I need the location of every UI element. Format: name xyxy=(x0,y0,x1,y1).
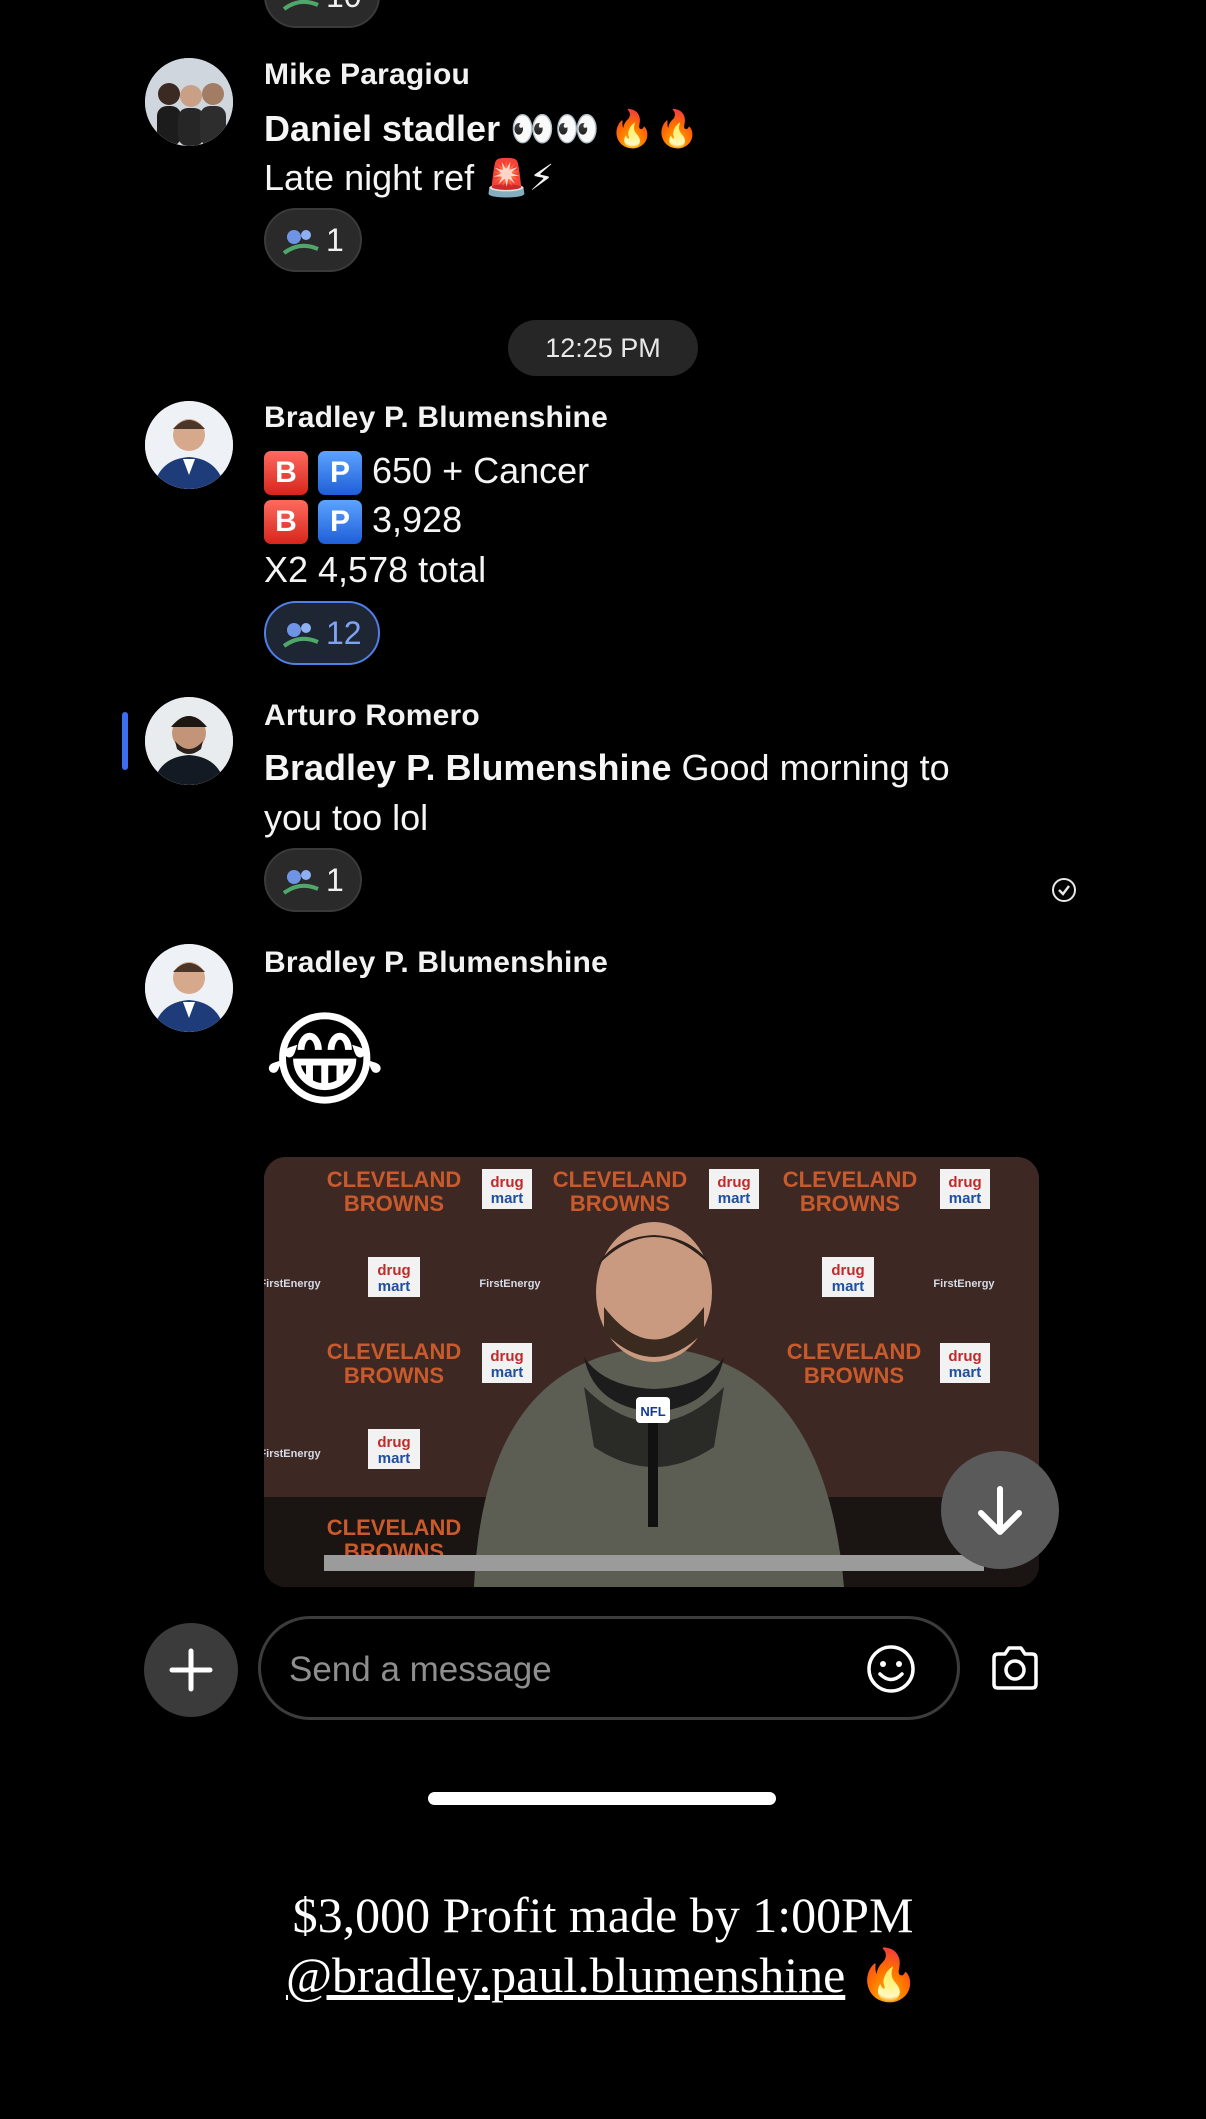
avatar-photo xyxy=(145,697,233,785)
scroll-to-bottom-button[interactable] xyxy=(941,1451,1059,1569)
sender-name: Bradley P. Blumenshine xyxy=(264,401,608,434)
avatar-arturo-romero[interactable] xyxy=(145,697,233,785)
avatar-photo xyxy=(145,58,233,146)
sender-name: Arturo Romero xyxy=(264,699,480,732)
svg-text:drug: drug xyxy=(948,1348,981,1365)
caption-handle-line: @bradley.paul.blumenshine 🔥 xyxy=(0,1946,1206,2005)
b-button-emoji: B xyxy=(264,500,308,545)
svg-text:FirstEnergy: FirstEnergy xyxy=(264,1448,321,1460)
svg-text:mart: mart xyxy=(491,1190,524,1207)
b-button-emoji: B xyxy=(264,451,308,496)
reaction-count: 12 xyxy=(326,614,362,651)
plus-icon xyxy=(169,1648,213,1692)
message-text: X2 4,578 total xyxy=(264,549,487,590)
svg-text:mart: mart xyxy=(949,1190,982,1207)
video-attachment[interactable]: CLEVELAND BROWNS CLEVELAND BROWNS CLEVELAN… xyxy=(264,1157,1039,1587)
p-button-emoji: P xyxy=(318,500,362,545)
svg-text:drug: drug xyxy=(490,1348,523,1365)
avatar-bradley[interactable] xyxy=(145,401,233,489)
svg-text:mart: mart xyxy=(718,1190,751,1207)
svg-text:CLEVELAND: CLEVELAND xyxy=(783,1167,917,1192)
reaction-pill-top[interactable]: 10 xyxy=(264,0,380,28)
svg-text:CLEVELAND: CLEVELAND xyxy=(327,1515,461,1540)
svg-text:FirstEnergy: FirstEnergy xyxy=(479,1278,541,1290)
message-text: 3,928 xyxy=(372,499,463,540)
svg-text:drug: drug xyxy=(377,1434,410,1451)
flower-icon xyxy=(282,0,319,11)
sender-name: Mike Paragiou xyxy=(264,58,470,91)
flower-icon xyxy=(282,230,319,255)
svg-text:mart: mart xyxy=(491,1364,524,1381)
timestamp-divider: 12:25 PM xyxy=(508,320,698,376)
flower-icon xyxy=(282,870,319,895)
svg-text:BROWNS: BROWNS xyxy=(344,1363,444,1388)
message-text: Late night ref 🚨⚡ xyxy=(264,157,555,198)
arrow-down-icon xyxy=(978,1486,1022,1535)
svg-text:CLEVELAND: CLEVELAND xyxy=(327,1339,461,1364)
svg-text:mart: mart xyxy=(378,1450,411,1467)
p-button-emoji: P xyxy=(318,451,362,496)
svg-text:drug: drug xyxy=(717,1174,750,1191)
svg-text:BROWNS: BROWNS xyxy=(804,1363,904,1388)
laughing-emoji: 😂 xyxy=(264,1003,386,1119)
message-text: you too lol xyxy=(264,797,429,838)
svg-text:mart: mart xyxy=(378,1278,411,1295)
message-line: Bradley P. Blumenshine Good morning to xyxy=(264,747,950,789)
fire-emoji: 🔥 xyxy=(857,1947,921,2003)
svg-text:CLEVELAND: CLEVELAND xyxy=(787,1339,921,1364)
svg-text:FirstEnergy: FirstEnergy xyxy=(933,1278,995,1290)
reaction-count: 1 xyxy=(326,861,344,898)
message-text: 650 + Cancer xyxy=(372,450,590,491)
mention[interactable]: Bradley P. Blumenshine xyxy=(264,747,671,788)
svg-text:mart: mart xyxy=(832,1278,865,1295)
avatar-photo xyxy=(145,401,233,489)
flower-icon xyxy=(282,623,319,648)
svg-text:CLEVELAND: CLEVELAND xyxy=(553,1167,687,1192)
sender-name: Bradley P. Blumenshine xyxy=(264,946,608,979)
svg-text:BROWNS: BROWNS xyxy=(344,1191,444,1216)
reaction-pill-selected[interactable]: 12 xyxy=(264,601,380,665)
svg-text:BROWNS: BROWNS xyxy=(800,1191,900,1216)
message-composer xyxy=(258,1616,960,1720)
read-receipt-icon xyxy=(1052,878,1076,902)
svg-text:FirstEnergy: FirstEnergy xyxy=(264,1278,321,1290)
svg-text:CLEVELAND: CLEVELAND xyxy=(327,1167,461,1192)
mention-indicator-bar xyxy=(122,712,128,770)
avatar-bradley[interactable] xyxy=(145,944,233,1032)
message-line: B P 650 + Cancer xyxy=(264,450,590,496)
svg-text:drug: drug xyxy=(831,1262,864,1279)
home-indicator xyxy=(428,1792,776,1805)
svg-text:drug: drug xyxy=(948,1174,981,1191)
svg-text:drug: drug xyxy=(377,1262,410,1279)
svg-text:drug: drug xyxy=(490,1174,523,1191)
reaction-count: 1 xyxy=(326,221,344,258)
svg-text:NFL: NFL xyxy=(640,1404,665,1419)
smiley-icon[interactable] xyxy=(865,1643,917,1695)
message-text: Good morning to xyxy=(681,747,950,788)
caption-profit-text: $3,000 Profit made by 1:00PM xyxy=(292,1887,914,1943)
reaction-pill[interactable]: 1 xyxy=(264,208,362,272)
instagram-handle-link[interactable]: @bradley.paul.blumenshine xyxy=(286,1947,845,2003)
reaction-count: 10 xyxy=(326,0,362,15)
video-frame: CLEVELANDBROWNS CLEVELANDBROWNS CLEVELAN… xyxy=(264,1157,1039,1587)
message-text: Daniel stadler 👀👀 🔥🔥 xyxy=(264,108,700,149)
svg-text:mart: mart xyxy=(949,1364,982,1381)
add-attachment-button[interactable] xyxy=(144,1623,238,1717)
camera-icon[interactable] xyxy=(988,1644,1042,1692)
avatar-mike-paragiou[interactable] xyxy=(145,58,233,146)
reaction-pill[interactable]: 1 xyxy=(264,848,362,912)
message-input[interactable] xyxy=(287,1639,831,1701)
message-line: B P 3,928 xyxy=(264,499,463,545)
avatar-photo xyxy=(145,944,233,1032)
svg-text:BROWNS: BROWNS xyxy=(570,1191,670,1216)
